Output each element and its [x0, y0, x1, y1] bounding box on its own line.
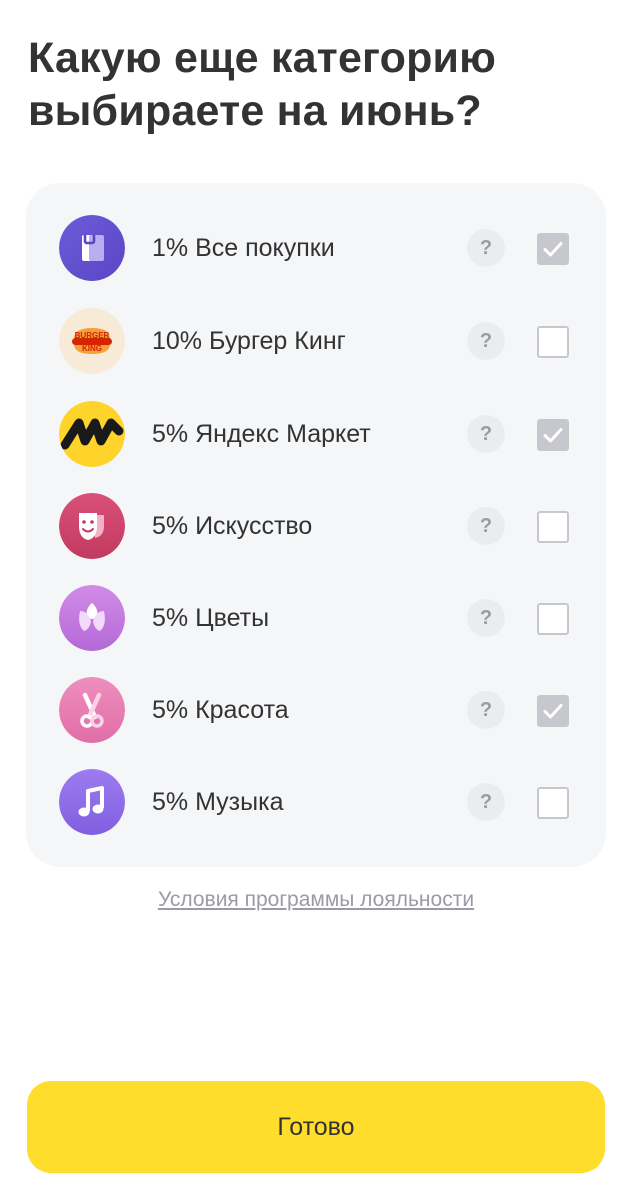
category-label: 5% Искусство	[152, 512, 313, 540]
category-checkbox[interactable]	[537, 787, 569, 819]
category-row-all-purchases[interactable]: 1% Все покупки ?	[26, 215, 606, 285]
info-button[interactable]: ?	[467, 691, 505, 729]
info-button[interactable]: ?	[467, 229, 505, 267]
category-checkbox[interactable]	[537, 695, 569, 727]
category-label: 5% Цветы	[152, 604, 270, 632]
category-row-burger-king[interactable]: BURGER KING 10% Бургер Кинг ?	[26, 308, 606, 378]
theater-masks-icon	[59, 493, 125, 559]
checkmark-icon	[543, 242, 563, 257]
svg-text:KING: KING	[82, 344, 102, 353]
yandex-market-logo-icon	[59, 401, 125, 467]
category-checkbox[interactable]	[537, 419, 569, 451]
category-label: 5% Красота	[152, 696, 289, 724]
page-title: Какую еще категорию выбираете на июнь?	[28, 34, 497, 135]
category-checkbox[interactable]	[537, 233, 569, 265]
info-button[interactable]: ?	[467, 599, 505, 637]
shopping-bag-icon	[59, 215, 125, 281]
info-button[interactable]: ?	[467, 783, 505, 821]
scissors-icon	[59, 677, 125, 743]
category-checkbox[interactable]	[537, 326, 569, 358]
loyalty-terms-link[interactable]: Условия программы лояльности	[0, 886, 632, 914]
done-button[interactable]: Готово	[27, 1081, 605, 1173]
svg-text:BURGER: BURGER	[75, 331, 110, 340]
music-note-icon	[59, 769, 125, 835]
info-button[interactable]: ?	[467, 415, 505, 453]
category-row-art[interactable]: 5% Искусство ?	[26, 493, 606, 563]
checkmark-icon	[543, 428, 563, 443]
category-list: 1% Все покупки ? BURGER KING 10% Бургер …	[26, 183, 606, 867]
category-label: 1% Все покупки	[152, 234, 335, 262]
category-label: 5% Музыка	[152, 788, 284, 816]
category-row-beauty[interactable]: 5% Красота ?	[26, 677, 606, 747]
checkmark-icon	[543, 704, 563, 719]
category-checkbox[interactable]	[537, 603, 569, 635]
category-label: 5% Яндекс Маркет	[152, 420, 371, 448]
info-button[interactable]: ?	[467, 507, 505, 545]
category-row-music[interactable]: 5% Музыка ?	[26, 769, 606, 839]
category-checkbox[interactable]	[537, 511, 569, 543]
burger-king-logo-icon: BURGER KING	[59, 308, 125, 374]
info-button[interactable]: ?	[467, 322, 505, 360]
category-row-flowers[interactable]: 5% Цветы ?	[26, 585, 606, 655]
category-row-yandex-market[interactable]: 5% Яндекс Маркет ?	[26, 401, 606, 471]
flower-icon	[59, 585, 125, 651]
category-label: 10% Бургер Кинг	[152, 327, 346, 355]
